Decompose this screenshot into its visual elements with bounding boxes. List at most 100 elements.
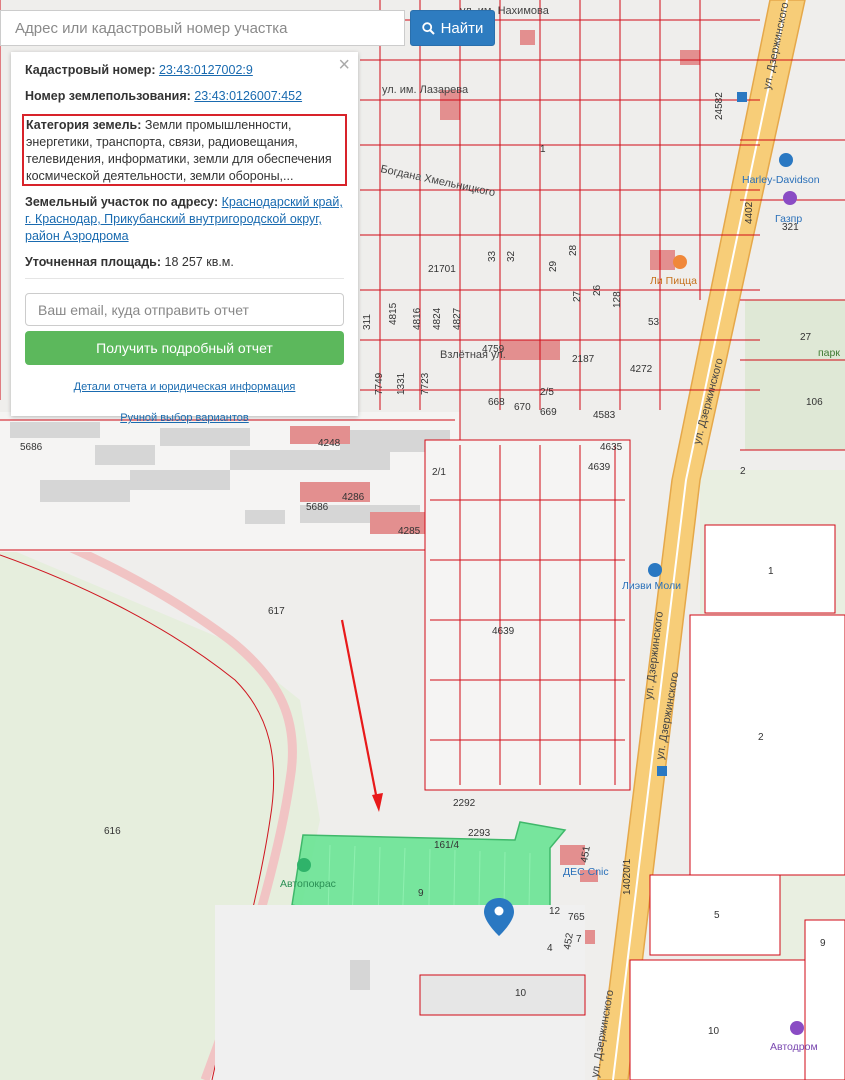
parcel-label: 4816 (412, 307, 423, 330)
parcel-label: 668 (488, 397, 505, 408)
parcel-label: 27 (800, 332, 812, 343)
bus-stop-icon (737, 92, 747, 102)
parcel-label: 2/1 (432, 467, 446, 478)
parcel-label: 53 (648, 317, 660, 328)
park-area (745, 300, 845, 450)
parcel-label: 28 (568, 244, 579, 256)
parcel-label: 12 (549, 906, 561, 917)
street-label: ул. им. Лазарева (382, 84, 469, 96)
search-button[interactable]: Найти (410, 10, 495, 46)
parcel-info-panel: × Кадастровый номер: 23:43:0127002:9 Ном… (11, 52, 358, 424)
landuse-link[interactable]: 23:43:0126007:452 (194, 89, 302, 103)
parcel-label: 311 (362, 314, 373, 330)
parcel-label: 4827 (452, 307, 463, 330)
parcel-label: 765 (568, 912, 585, 923)
parcel-label: 4824 (432, 307, 443, 330)
parcel-label: 21701 (428, 264, 456, 275)
parcel-label: 128 (612, 291, 623, 308)
parcel-label: 1331 (396, 372, 407, 395)
parcel-label: 1 (540, 144, 546, 155)
parcel-label: 106 (806, 397, 823, 408)
parcel-label: 4639 (588, 462, 611, 473)
parcel-label: 4272 (630, 364, 653, 375)
parcel-label: 10 (708, 1026, 720, 1037)
get-report-button[interactable]: Получить подробный отчет (25, 331, 344, 365)
parcel-label: 4 (547, 943, 553, 954)
parcel-label: 4285 (398, 526, 421, 537)
category-label: Категория земель: (26, 118, 142, 132)
parcel-label: 5 (714, 910, 720, 921)
cadastral-link[interactable]: 23:43:0127002:9 (159, 63, 253, 77)
parcel-label: 2293 (468, 828, 491, 839)
parcel-label: 4639 (492, 626, 515, 637)
cadastral-label: Кадастровый номер: (25, 63, 156, 77)
parcel-label: 14020/1 (622, 858, 633, 895)
parcel-label: 26 (592, 284, 603, 296)
poi-label: Ли Пицца (650, 275, 697, 287)
poi-label: Harley-Davidson (742, 174, 820, 186)
poi-autopokras-icon (297, 858, 311, 872)
parcel-label: 4635 (600, 442, 623, 453)
parcel-label: 32 (506, 250, 517, 262)
poi-label: Автодром (770, 1041, 818, 1053)
parcel-label: 2 (758, 732, 764, 743)
poi-car-icon (648, 563, 662, 577)
parcel-label: 4286 (342, 492, 365, 503)
close-icon[interactable]: × (338, 55, 350, 75)
parcel-label: 27 (572, 290, 583, 302)
divider (25, 278, 344, 279)
manual-select-link[interactable]: Ручной выбор вариантов (25, 410, 344, 427)
search-button-label: Найти (440, 19, 484, 37)
parcel-label: 4583 (593, 410, 616, 421)
parcel-label: 33 (487, 250, 498, 262)
search-input[interactable] (0, 10, 405, 46)
email-field[interactable] (25, 293, 344, 326)
parcel-label: 5686 (20, 442, 43, 453)
parcel-label: 2292 (453, 798, 476, 809)
parcel-label: 5686 (306, 502, 329, 513)
address-label: Земельный участок по адресу: (25, 195, 219, 209)
parcel-label: 161/4 (434, 840, 459, 851)
parcel-label: 2187 (572, 354, 595, 365)
parcel-label: 7723 (420, 372, 431, 395)
parcel-label: 9 (418, 888, 424, 899)
parcel-label: 617 (268, 606, 285, 617)
parcel-label: 24582 (714, 92, 725, 120)
parcel-label: 7 (576, 934, 582, 945)
parcel-label: 4815 (388, 302, 399, 325)
garage-block (424, 439, 631, 791)
poi-label: Автопокрас (280, 878, 336, 890)
parcel-label: 2 (740, 466, 746, 477)
parcel-label: 1 (768, 566, 774, 577)
area-value: 18 257 кв.м. (164, 255, 234, 269)
poi-pizza-icon (673, 255, 687, 269)
search-icon (421, 21, 435, 35)
poi-gas-icon (783, 191, 797, 205)
parcel-label: 616 (104, 826, 121, 837)
search-bar: Найти (0, 10, 500, 46)
poi-label: ДЕС Сnic (563, 866, 609, 878)
parcel-label: 10 (515, 988, 527, 999)
cadastral-row: Кадастровый номер: 23:43:0127002:9 (25, 62, 344, 79)
category-box: Категория земель: Земли промышленности, … (22, 114, 347, 186)
area-row: Уточненная площадь: 18 257 кв.м. (25, 254, 344, 271)
parcel-label: 669 (540, 407, 557, 418)
area-label: Уточненная площадь: (25, 255, 162, 269)
address-row: Земельный участок по адресу: Краснодарск… (25, 194, 344, 245)
poi-label: Лиэви Моли (622, 580, 681, 592)
poi-autodrom-icon (790, 1021, 804, 1035)
landuse-row: Номер землепользования: 23:43:0126007:45… (25, 88, 344, 105)
parcel-label: 2/5 (540, 387, 554, 398)
details-link[interactable]: Детали отчета и юридическая информация (25, 379, 344, 396)
poi-label: Газпр (775, 213, 802, 225)
landuse-label: Номер землепользования: (25, 89, 191, 103)
poi-harley-icon (779, 153, 793, 167)
parcel-label: 29 (548, 260, 559, 272)
bus-stop-icon (657, 766, 667, 776)
parcel-label: 4402 (744, 201, 755, 224)
poi-label: парк (818, 347, 840, 359)
street-label: Взлётная ул. (440, 349, 506, 361)
parcel-label: 4248 (318, 438, 341, 449)
parcel-label: 7749 (374, 372, 385, 395)
parcel-label: 9 (820, 938, 826, 949)
